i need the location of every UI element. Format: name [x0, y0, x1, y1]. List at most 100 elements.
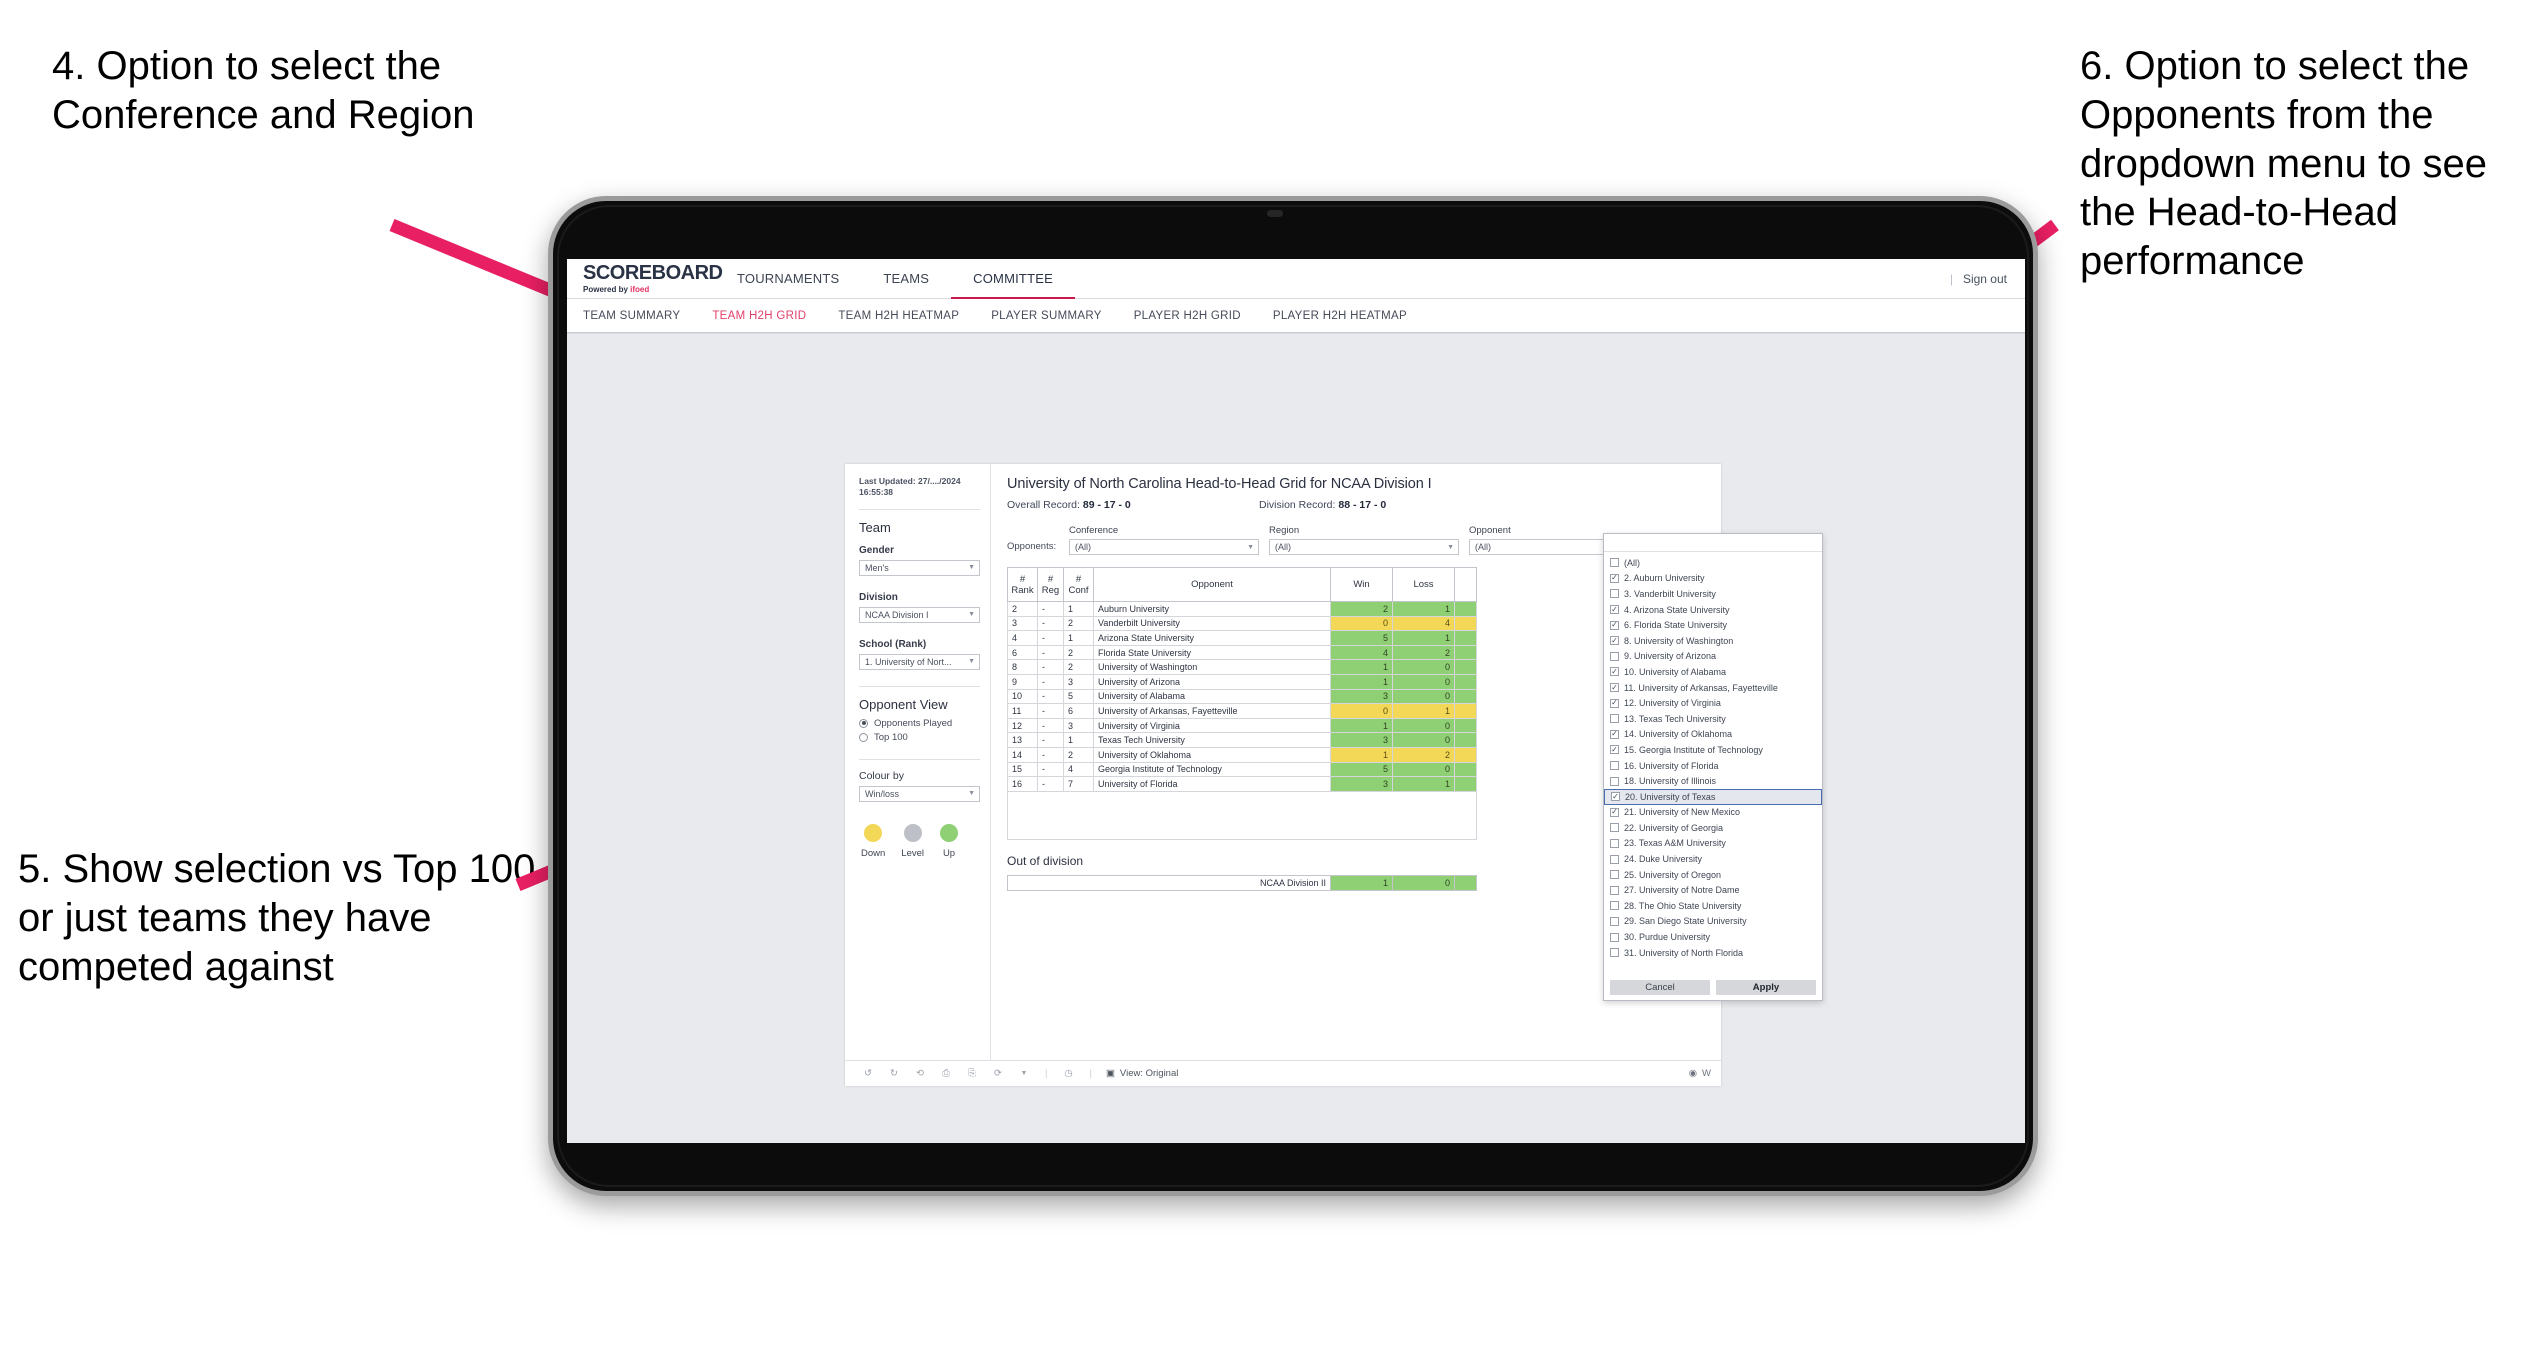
- opponent-dropdown-item[interactable]: 10. University of Alabama: [1604, 664, 1822, 680]
- colour-by-select[interactable]: Win/loss ▼: [859, 785, 980, 802]
- opponent-dropdown-item[interactable]: 9. University of Arizona: [1604, 649, 1822, 665]
- opponent-dropdown-item[interactable]: 21. University of New Mexico: [1604, 805, 1822, 821]
- col-conf[interactable]: # Conf: [1063, 567, 1094, 602]
- col-win[interactable]: Win: [1330, 567, 1393, 602]
- tab-team-h2h-heatmap[interactable]: TEAM H2H HEATMAP: [822, 310, 975, 322]
- table-row[interactable]: 2-1 Auburn University 2 1: [1007, 601, 1477, 617]
- table-row[interactable]: 12-3 University of Virginia 1 0: [1007, 717, 1477, 734]
- division-select[interactable]: NCAA Division I ▼: [859, 606, 980, 623]
- checkbox-unchecked-icon[interactable]: [1610, 838, 1619, 848]
- topnav-item-tournaments[interactable]: TOURNAMENTS: [715, 259, 861, 299]
- checkbox-checked-icon[interactable]: [1610, 620, 1619, 630]
- checkbox-checked-icon[interactable]: [1610, 807, 1619, 817]
- opponent-dropdown-item[interactable]: 20. University of Texas: [1604, 788, 1822, 805]
- table-row[interactable]: 11-6 University of Arkansas, Fayetteville…: [1007, 703, 1477, 719]
- table-row[interactable]: 14-2 University of Oklahoma 1 2: [1007, 746, 1477, 763]
- refresh-data-icon[interactable]: ⎙: [933, 1068, 959, 1079]
- chevron-down-icon[interactable]: ▼: [1011, 1070, 1037, 1077]
- tab-player-h2h-grid[interactable]: PLAYER H2H GRID: [1118, 310, 1257, 322]
- opponent-dropdown-item[interactable]: 24. Duke University: [1604, 851, 1822, 867]
- opponent-dropdown-item[interactable]: 28. The Ohio State University: [1604, 898, 1822, 914]
- opponent-dropdown-item[interactable]: 31. University of North Florida: [1604, 945, 1822, 961]
- topnav-item-teams[interactable]: TEAMS: [861, 259, 951, 299]
- checkbox-unchecked-icon[interactable]: [1610, 870, 1619, 880]
- history-icon[interactable]: ◷: [1055, 1068, 1081, 1079]
- opponent-dropdown-search[interactable]: [1604, 534, 1822, 552]
- table-row[interactable]: 6-2 Florida State University 4 2: [1007, 644, 1477, 661]
- table-row[interactable]: 8-2 University of Washington 1 0: [1007, 659, 1477, 675]
- opponent-dropdown-item[interactable]: 6. Florida State University: [1604, 617, 1822, 633]
- col-loss[interactable]: Loss: [1392, 567, 1455, 602]
- col-reg[interactable]: # Reg: [1037, 567, 1064, 602]
- tab-player-summary[interactable]: PLAYER SUMMARY: [975, 310, 1118, 322]
- table-row[interactable]: 16-7 University of Florida 3 1: [1007, 776, 1477, 792]
- col-rank[interactable]: # Rank: [1007, 567, 1038, 602]
- revert-icon[interactable]: ⟲: [907, 1068, 933, 1079]
- table-row[interactable]: 15-4 Georgia Institute of Technology 5 0: [1007, 761, 1477, 778]
- opponent-dropdown-item[interactable]: 30. Purdue University: [1604, 929, 1822, 945]
- opponent-dropdown-item[interactable]: 23. Texas A&M University: [1604, 836, 1822, 852]
- undo-icon[interactable]: ↺: [855, 1068, 881, 1079]
- checkbox-checked-icon[interactable]: [1610, 698, 1619, 708]
- table-row[interactable]: 3-2 Vanderbilt University 0 4: [1007, 615, 1477, 632]
- opponent-dropdown-item[interactable]: 13. Texas Tech University: [1604, 711, 1822, 727]
- checkbox-checked-icon[interactable]: [1610, 636, 1619, 646]
- checkbox-unchecked-icon[interactable]: [1610, 932, 1619, 942]
- opponent-dropdown-item[interactable]: 4. Arizona State University: [1604, 602, 1822, 618]
- tab-team-h2h-grid[interactable]: TEAM H2H GRID: [696, 310, 822, 322]
- toolbar-right-group[interactable]: ◉ W: [1689, 1068, 1711, 1079]
- region-filter-select[interactable]: (All) ▼: [1269, 539, 1459, 555]
- tab-team-summary[interactable]: TEAM SUMMARY: [583, 310, 696, 322]
- opponent-dropdown-item[interactable]: 18. University of Illinois: [1604, 773, 1822, 789]
- radio-top-100[interactable]: Top 100: [859, 732, 980, 743]
- redo-icon[interactable]: ↻: [881, 1068, 907, 1079]
- view-original-button[interactable]: ▣ View: Original: [1106, 1068, 1178, 1079]
- opponent-dropdown-item[interactable]: 8. University of Washington: [1604, 633, 1822, 649]
- gender-select[interactable]: Men's ▼: [859, 559, 980, 576]
- table-row[interactable]: 4-1 Arizona State University 5 1: [1007, 630, 1477, 646]
- checkbox-checked-icon[interactable]: [1610, 605, 1619, 615]
- checkbox-checked-icon[interactable]: [1610, 729, 1619, 739]
- signout-link[interactable]: Sign out: [1963, 272, 2007, 286]
- conference-filter-select[interactable]: (All) ▼: [1069, 539, 1259, 555]
- opponent-dropdown-item[interactable]: (All): [1604, 555, 1822, 571]
- brand-logo[interactable]: SCOREBOARD Powered by ifoed: [567, 263, 723, 294]
- opponent-dropdown-item[interactable]: 14. University of Oklahoma: [1604, 727, 1822, 743]
- checkbox-unchecked-icon[interactable]: [1610, 901, 1619, 911]
- col-opponent[interactable]: Opponent: [1093, 567, 1331, 602]
- checkbox-unchecked-icon[interactable]: [1610, 714, 1619, 724]
- table-row[interactable]: 13-1 Texas Tech University 3 0: [1007, 732, 1477, 748]
- checkbox-checked-icon[interactable]: [1610, 667, 1619, 677]
- topnav-item-committee[interactable]: COMMITTEE: [951, 259, 1075, 299]
- opponent-dropdown-item[interactable]: 22. University of Georgia: [1604, 820, 1822, 836]
- checkbox-checked-icon[interactable]: [1610, 683, 1619, 693]
- opponent-dropdown-item[interactable]: 3. Vanderbilt University: [1604, 586, 1822, 602]
- opponent-dropdown-item[interactable]: 11. University of Arkansas, Fayetteville: [1604, 680, 1822, 696]
- apply-button[interactable]: Apply: [1716, 980, 1816, 995]
- checkbox-unchecked-icon[interactable]: [1610, 948, 1619, 958]
- checkbox-unchecked-icon[interactable]: [1610, 916, 1619, 926]
- checkbox-unchecked-icon[interactable]: [1610, 558, 1619, 568]
- table-row[interactable]: 10-5 University of Alabama 3 0: [1007, 688, 1477, 705]
- checkbox-unchecked-icon[interactable]: [1610, 776, 1619, 786]
- opponent-dropdown-popup[interactable]: (All) 2. Auburn University 3. Vanderbilt U…: [1603, 533, 1823, 1001]
- opponent-dropdown-item[interactable]: 12. University of Virginia: [1604, 695, 1822, 711]
- tab-player-h2h-heatmap[interactable]: PLAYER H2H HEATMAP: [1257, 310, 1423, 322]
- opponent-dropdown-item[interactable]: 15. Georgia Institute of Technology: [1604, 742, 1822, 758]
- opponent-dropdown-item[interactable]: 29. San Diego State University: [1604, 914, 1822, 930]
- school-rank-select[interactable]: 1. University of Nort... ▼: [859, 653, 980, 670]
- radio-opponents-played[interactable]: Opponents Played: [859, 718, 980, 729]
- pause-updates-icon[interactable]: ⎘: [959, 1068, 985, 1079]
- checkbox-checked-icon[interactable]: [1610, 745, 1619, 755]
- checkbox-unchecked-icon[interactable]: [1610, 761, 1619, 771]
- checkbox-unchecked-icon[interactable]: [1610, 885, 1619, 895]
- checkbox-unchecked-icon[interactable]: [1610, 589, 1619, 599]
- checkbox-unchecked-icon[interactable]: [1610, 651, 1619, 661]
- opponent-dropdown-item[interactable]: 2. Auburn University: [1604, 571, 1822, 587]
- checkbox-checked-icon[interactable]: [1610, 573, 1619, 583]
- loop-icon[interactable]: ⟳: [985, 1068, 1011, 1079]
- opponent-dropdown-list[interactable]: (All) 2. Auburn University 3. Vanderbilt U…: [1604, 552, 1822, 976]
- checkbox-unchecked-icon[interactable]: [1610, 823, 1619, 833]
- checkbox-checked-icon[interactable]: [1611, 792, 1620, 802]
- opponent-dropdown-item[interactable]: 25. University of Oregon: [1604, 867, 1822, 883]
